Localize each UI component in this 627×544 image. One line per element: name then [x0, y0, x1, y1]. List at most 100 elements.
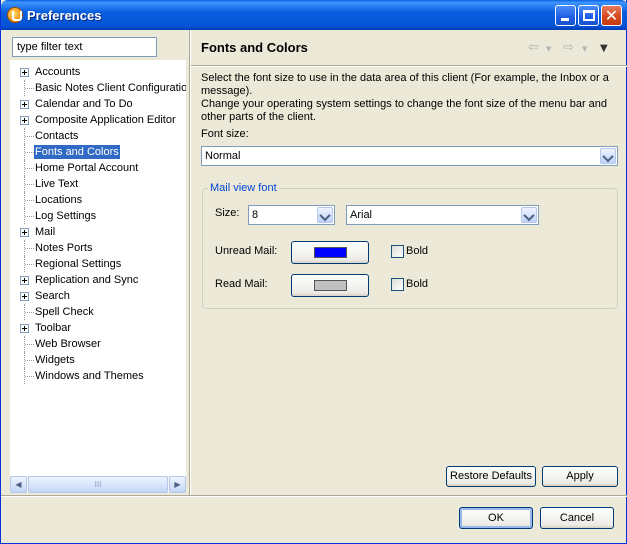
tree-item-label: Home Portal Account [35, 162, 139, 174]
tree-item[interactable]: Locations [10, 192, 186, 208]
tree-item[interactable]: Toolbar [10, 320, 186, 336]
tree-connector-line [25, 200, 34, 201]
ok-button[interactable]: OK [459, 507, 533, 529]
chevron-down-icon[interactable] [317, 207, 333, 223]
font-size-value: Normal [205, 150, 241, 162]
unread-mail-label: Unread Mail: [215, 245, 278, 257]
tree-item-label: Replication and Sync [35, 274, 139, 286]
expand-plus-icon[interactable] [20, 276, 29, 285]
read-bold-label[interactable]: Bold [406, 278, 428, 290]
tree-item-label: Search [35, 290, 70, 302]
header-separator [191, 65, 627, 67]
mail-font-size-select[interactable]: 8 [248, 205, 335, 225]
description-line-1: Select the font size to use in the data … [201, 72, 609, 97]
mail-view-font-group-title: Mail view font [208, 182, 279, 194]
tree-item-label: Web Browser [35, 338, 101, 350]
mail-font-family-value: Arial [350, 209, 373, 221]
tree-item[interactable]: Replication and Sync [10, 272, 186, 288]
filter-input[interactable] [12, 37, 157, 57]
tree-connector-line [25, 168, 34, 169]
scroll-right-icon: ▶ [174, 480, 181, 489]
tree-item-label: Composite Application Editor [35, 114, 176, 126]
tree-item[interactable]: Web Browser [10, 336, 186, 352]
expand-plus-icon[interactable] [20, 116, 29, 125]
apply-button[interactable]: Apply [542, 466, 618, 487]
unread-mail-color-button[interactable] [291, 241, 369, 264]
scroll-right-button[interactable]: ▶ [169, 476, 186, 493]
tree-item-label: Notes Ports [35, 242, 93, 254]
title-bar[interactable]: Preferences ✕ [1, 0, 627, 30]
tree-item-label: Basic Notes Client Configuration [35, 82, 186, 94]
tree-item-label: Regional Settings [35, 258, 122, 270]
tree-item-label: Calendar and To Do [35, 98, 133, 110]
size-label: Size: [215, 207, 240, 219]
scroll-thumb-grip: III [94, 480, 102, 489]
maximize-button[interactable] [578, 5, 599, 26]
forward-dropdown-icon[interactable]: ▼ [582, 45, 587, 53]
tree-connector-line [25, 136, 34, 137]
scroll-thumb[interactable]: III [28, 476, 168, 493]
cancel-button[interactable]: Cancel [540, 507, 614, 529]
tree-item-label: Widgets [35, 354, 75, 366]
window-title: Preferences [27, 8, 102, 23]
mail-font-size-value: 8 [252, 209, 259, 221]
tree-item-label: Live Text [35, 178, 79, 190]
minimize-button[interactable] [555, 5, 576, 26]
forward-arrow-icon[interactable]: ⇨ [563, 40, 574, 55]
expand-plus-icon[interactable] [20, 324, 29, 333]
unread-bold-label[interactable]: Bold [406, 245, 428, 257]
restore-defaults-button[interactable]: Restore Defaults [446, 466, 536, 487]
tree-connector-line [25, 360, 34, 361]
tree-item[interactable]: Accounts [10, 64, 186, 80]
tree-item[interactable]: Regional Settings [10, 256, 186, 272]
close-icon: ✕ [604, 6, 619, 25]
minimize-icon [561, 18, 569, 21]
expand-plus-icon[interactable] [20, 228, 29, 237]
back-arrow-icon[interactable]: ⇦ [528, 40, 539, 55]
read-mail-color-swatch [314, 280, 347, 291]
page-header: Fonts and Colors ⇦ ▼ ⇨ ▼ ▼ [191, 30, 627, 65]
expand-plus-icon[interactable] [20, 68, 29, 77]
tree-item[interactable]: Notes Ports [10, 240, 186, 256]
tree-item-label: Mail [35, 226, 56, 238]
tree-item[interactable]: Home Portal Account [10, 160, 186, 176]
chevron-down-icon[interactable] [600, 148, 616, 164]
read-mail-label: Read Mail: [215, 278, 268, 290]
tree-item-label: Windows and Themes [35, 370, 144, 382]
font-size-select[interactable]: Normal [201, 146, 618, 166]
tree-connector-line [25, 152, 34, 153]
tree-item[interactable]: Contacts [10, 128, 186, 144]
read-bold-checkbox[interactable] [391, 278, 404, 291]
unread-bold-checkbox[interactable] [391, 245, 404, 258]
read-mail-color-button[interactable] [291, 274, 369, 297]
tree-connector-line [25, 88, 34, 89]
scroll-left-button[interactable]: ◀ [10, 476, 27, 493]
tree-item-label: Toolbar [35, 322, 72, 334]
tree-connector-line [25, 312, 34, 313]
mail-font-family-select[interactable]: Arial [346, 205, 539, 225]
tree-item[interactable]: Windows and Themes [10, 368, 186, 384]
tree-item[interactable]: Widgets [10, 352, 186, 368]
dialog-button-separator [1, 495, 627, 497]
tree-item[interactable]: Basic Notes Client Configuration [10, 80, 186, 96]
pane-divider[interactable] [189, 30, 191, 495]
tree-item[interactable]: Mail [10, 224, 186, 240]
tree-item-label: Fonts and Colors [34, 145, 120, 159]
tree-item[interactable]: Search [10, 288, 186, 304]
chevron-down-icon[interactable] [521, 207, 537, 223]
tree-item[interactable]: Composite Application Editor [10, 112, 186, 128]
back-dropdown-icon[interactable]: ▼ [546, 45, 551, 53]
tree-connector-line [25, 184, 34, 185]
tree-horizontal-scrollbar[interactable]: ◀ III ▶ [10, 476, 186, 493]
view-menu-icon[interactable]: ▼ [600, 43, 608, 54]
tree-item[interactable]: Spell Check [10, 304, 186, 320]
expand-plus-icon[interactable] [20, 100, 29, 109]
close-button[interactable]: ✕ [601, 5, 622, 26]
tree-connector-line [25, 216, 34, 217]
expand-plus-icon[interactable] [20, 292, 29, 301]
tree-item[interactable]: Log Settings [10, 208, 186, 224]
tree-item[interactable]: Fonts and Colors [10, 144, 186, 160]
tree-item[interactable]: Calendar and To Do [10, 96, 186, 112]
tree-item[interactable]: Live Text [10, 176, 186, 192]
page-description: Select the font size to use in the data … [201, 72, 621, 124]
